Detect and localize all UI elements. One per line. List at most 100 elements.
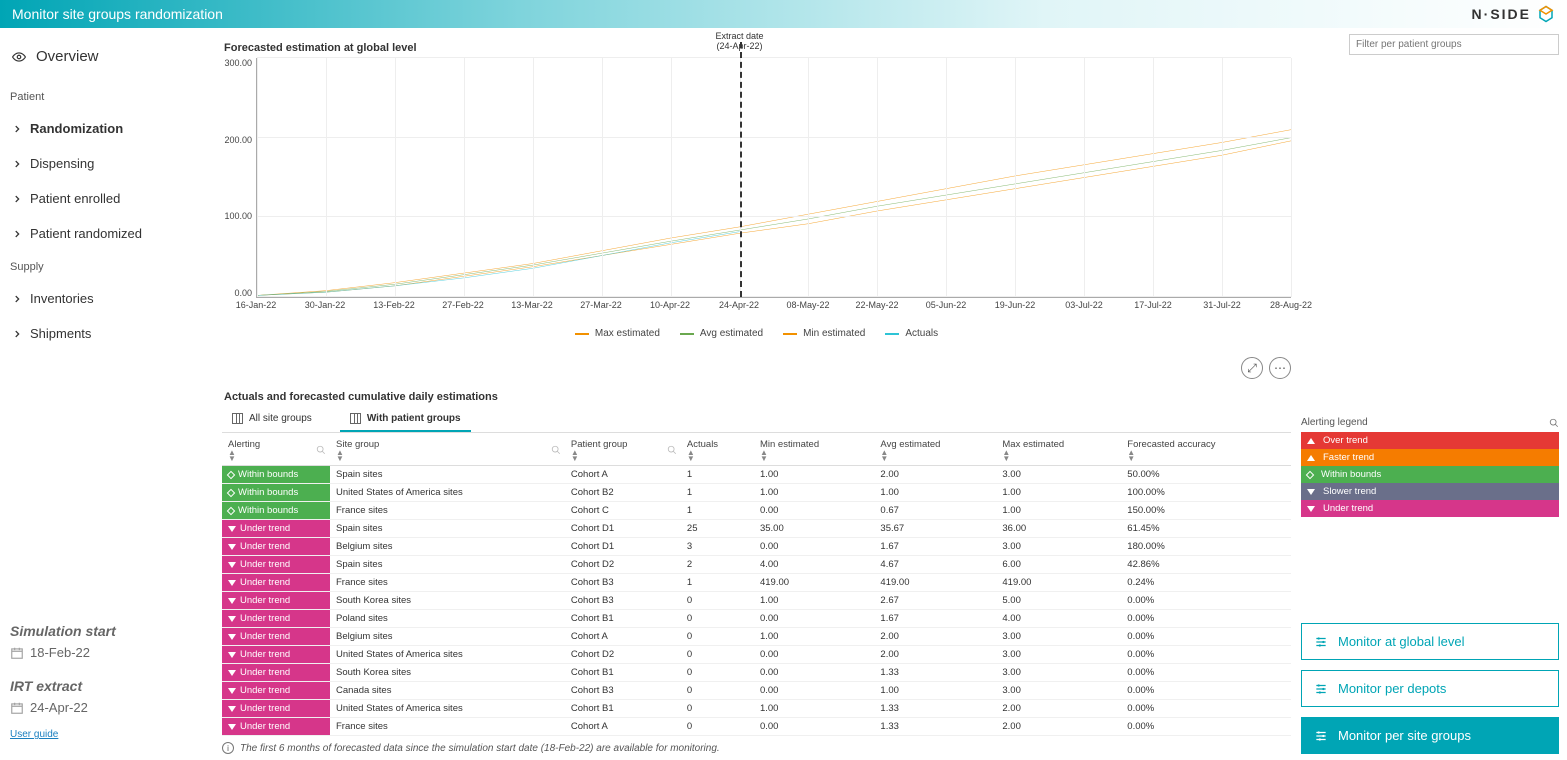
- avg-cell: 2.00: [874, 628, 996, 646]
- legend-actuals[interactable]: Actuals: [885, 328, 938, 339]
- table-row[interactable]: Under trendBelgium sitesCohort A01.002.0…: [222, 628, 1291, 646]
- search-icon[interactable]: [667, 445, 677, 455]
- alerting-cell: Under trend: [222, 574, 330, 592]
- expand-chart-button[interactable]: ⤢: [1241, 357, 1263, 379]
- avg-cell: 419.00: [874, 574, 996, 592]
- col-patient-group[interactable]: Patient group▲▼: [565, 435, 681, 466]
- y-tick: 300.00: [224, 58, 252, 68]
- chart-more-button[interactable]: ⋯: [1269, 357, 1291, 379]
- sidebar-item-shipments[interactable]: Shipments: [8, 316, 212, 351]
- table-row[interactable]: Under trendUnited States of America site…: [222, 646, 1291, 664]
- table-row[interactable]: Under trendBelgium sitesCohort D130.001.…: [222, 538, 1291, 556]
- sort-icon: ▲▼: [760, 450, 868, 461]
- col-site-group[interactable]: Site group▲▼: [330, 435, 565, 466]
- table-row[interactable]: Under trendFrance sitesCohort A00.001.33…: [222, 718, 1291, 736]
- site-group-cell: South Korea sites: [330, 664, 565, 682]
- sidebar-item-patient-enrolled[interactable]: Patient enrolled: [8, 181, 212, 216]
- sidebar-item-patient-randomized[interactable]: Patient randomized: [8, 216, 212, 251]
- col-min-estimated[interactable]: Min estimated▲▼: [754, 435, 874, 466]
- x-tick: 24-Apr-22: [719, 300, 759, 310]
- search-icon[interactable]: [1549, 418, 1559, 428]
- table-row[interactable]: Under trendUnited States of America site…: [222, 700, 1291, 718]
- tab-all-site-groups[interactable]: All site groups: [222, 409, 322, 432]
- table-row[interactable]: Under trendSpain sitesCohort D12535.0035…: [222, 520, 1291, 538]
- table-row[interactable]: Within boundsSpain sitesCohort A11.002.0…: [222, 466, 1291, 484]
- irt-extract-label: IRT extract: [10, 678, 210, 694]
- info-icon: i: [222, 742, 234, 754]
- col-avg-estimated[interactable]: Avg estimated▲▼: [874, 435, 996, 466]
- table-row[interactable]: Under trendCanada sitesCohort B300.001.0…: [222, 682, 1291, 700]
- max-cell: 2.00: [996, 718, 1121, 736]
- table-row[interactable]: Under trendSouth Korea sitesCohort B301.…: [222, 592, 1291, 610]
- sort-icon: ▲▼: [880, 450, 990, 461]
- col-max-estimated[interactable]: Max estimated▲▼: [996, 435, 1121, 466]
- alerting-cell: Within bounds: [222, 502, 330, 520]
- min-cell: 0.00: [754, 538, 874, 556]
- col-alerting[interactable]: Alerting▲▼: [222, 435, 330, 466]
- monitor-monitor-at-global-level-button[interactable]: Monitor at global level: [1301, 623, 1559, 660]
- triangle-down-icon: [1307, 489, 1315, 495]
- sort-icon: ▲▼: [228, 450, 324, 461]
- avg-cell: 1.00: [874, 682, 996, 700]
- patient-group-cell: Cohort B1: [565, 610, 681, 628]
- chart-legend: Max estimated Avg estimated Min estimated A…: [222, 328, 1291, 339]
- x-tick: 16-Jan-22: [236, 300, 277, 310]
- patient-group-cell: Cohort B1: [565, 664, 681, 682]
- legend-avg-estimated[interactable]: Avg estimated: [680, 328, 763, 339]
- tab-with-patient-groups[interactable]: With patient groups: [340, 409, 471, 432]
- min-cell: 1.00: [754, 592, 874, 610]
- x-tick: 10-Apr-22: [650, 300, 690, 310]
- extract-date-label: Extract date(24-Apr-22): [716, 32, 764, 52]
- avg-cell: 2.00: [874, 646, 996, 664]
- legend-max-estimated[interactable]: Max estimated: [575, 328, 660, 339]
- table-row[interactable]: Under trendFrance sitesCohort B31419.004…: [222, 574, 1291, 592]
- max-cell: 3.00: [996, 646, 1121, 664]
- actuals-cell: 0: [681, 682, 754, 700]
- user-guide-link[interactable]: User guide: [10, 729, 210, 740]
- legend-min-estimated[interactable]: Min estimated: [783, 328, 865, 339]
- sidebar: Overview Patient RandomizationDispensing…: [0, 28, 220, 760]
- patient-group-cell: Cohort C: [565, 502, 681, 520]
- search-icon[interactable]: [551, 445, 561, 455]
- site-group-cell: Belgium sites: [330, 538, 565, 556]
- table-row[interactable]: Under trendSpain sitesCohort D224.004.67…: [222, 556, 1291, 574]
- search-icon[interactable]: [316, 445, 326, 455]
- sort-icon: ▲▼: [1127, 450, 1285, 461]
- monitor-monitor-per-depots-button[interactable]: Monitor per depots: [1301, 670, 1559, 707]
- table-row[interactable]: Under trendSouth Korea sitesCohort B100.…: [222, 664, 1291, 682]
- col-actuals[interactable]: Actuals▲▼: [681, 435, 754, 466]
- sliders-icon: [1314, 682, 1328, 696]
- simulation-start-date: 18-Feb-22: [10, 645, 210, 660]
- col-forecasted-accuracy[interactable]: Forecasted accuracy▲▼: [1121, 435, 1291, 466]
- filter-patient-groups-input[interactable]: [1349, 34, 1559, 55]
- sidebar-item-dispensing[interactable]: Dispensing: [8, 146, 212, 181]
- overview-link[interactable]: Overview: [8, 40, 212, 81]
- site-group-cell: Poland sites: [330, 610, 565, 628]
- alerting-cell: Under trend: [222, 682, 330, 700]
- accuracy-cell: 0.24%: [1121, 574, 1291, 592]
- sort-icon: ▲▼: [687, 450, 748, 461]
- y-tick: 200.00: [224, 135, 252, 145]
- site-group-cell: United States of America sites: [330, 646, 565, 664]
- legend-over-trend: Over trend: [1301, 432, 1559, 449]
- sidebar-item-randomization[interactable]: Randomization: [8, 111, 212, 146]
- brand-logo: N·SIDE: [1472, 5, 1555, 23]
- monitor-monitor-per-site-groups-button[interactable]: Monitor per site groups: [1301, 717, 1559, 754]
- actuals-cell: 0: [681, 718, 754, 736]
- triangle-up-icon: [1307, 438, 1315, 444]
- min-cell: 0.00: [754, 502, 874, 520]
- sidebar-item-inventories[interactable]: Inventories: [8, 281, 212, 316]
- x-tick: 03-Jul-22: [1065, 300, 1103, 310]
- table-row[interactable]: Within boundsUnited States of America si…: [222, 484, 1291, 502]
- accuracy-cell: 0.00%: [1121, 628, 1291, 646]
- max-cell: 3.00: [996, 466, 1121, 484]
- triangle-down-icon: [228, 598, 236, 604]
- triangle-down-icon: [228, 652, 236, 658]
- accuracy-cell: 0.00%: [1121, 646, 1291, 664]
- sort-icon: ▲▼: [1002, 450, 1115, 461]
- table-row[interactable]: Under trendPoland sitesCohort B100.001.6…: [222, 610, 1291, 628]
- actuals-cell: 0: [681, 700, 754, 718]
- legend-slower-trend: Slower trend: [1301, 483, 1559, 500]
- table-row[interactable]: Within boundsFrance sitesCohort C10.000.…: [222, 502, 1291, 520]
- accuracy-cell: 50.00%: [1121, 466, 1291, 484]
